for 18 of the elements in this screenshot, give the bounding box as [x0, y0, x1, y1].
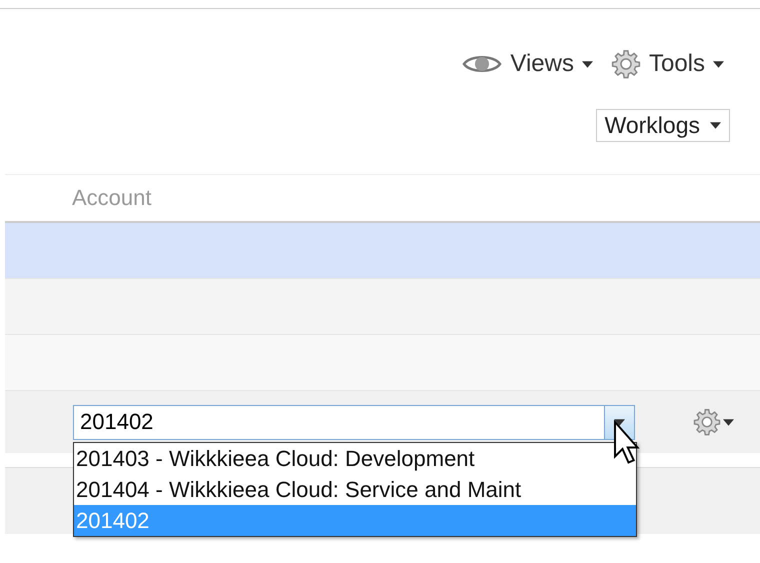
gear-icon — [693, 408, 721, 436]
row-actions-button[interactable] — [693, 408, 734, 436]
table-row[interactable] — [5, 335, 760, 391]
table-row[interactable] — [5, 223, 760, 279]
view-select[interactable]: Worklogs — [596, 109, 730, 142]
caret-icon — [614, 418, 625, 426]
caret-icon — [713, 60, 724, 68]
caret-icon — [710, 122, 721, 129]
gear-icon — [610, 49, 641, 79]
account-field[interactable]: 201402 — [73, 404, 604, 440]
views-menu[interactable]: Views — [462, 49, 593, 79]
tools-menu[interactable]: Tools — [610, 49, 724, 79]
caret-icon — [582, 60, 593, 68]
dropdown-option[interactable]: 201404 - Wikkkieea Cloud: Service and Maint — [74, 474, 636, 505]
table-row[interactable] — [5, 279, 760, 335]
dropdown-option[interactable]: 201403 - Wikkkieea Cloud: Development — [74, 443, 636, 474]
caret-icon — [723, 418, 734, 426]
column-header: Account — [72, 185, 152, 211]
